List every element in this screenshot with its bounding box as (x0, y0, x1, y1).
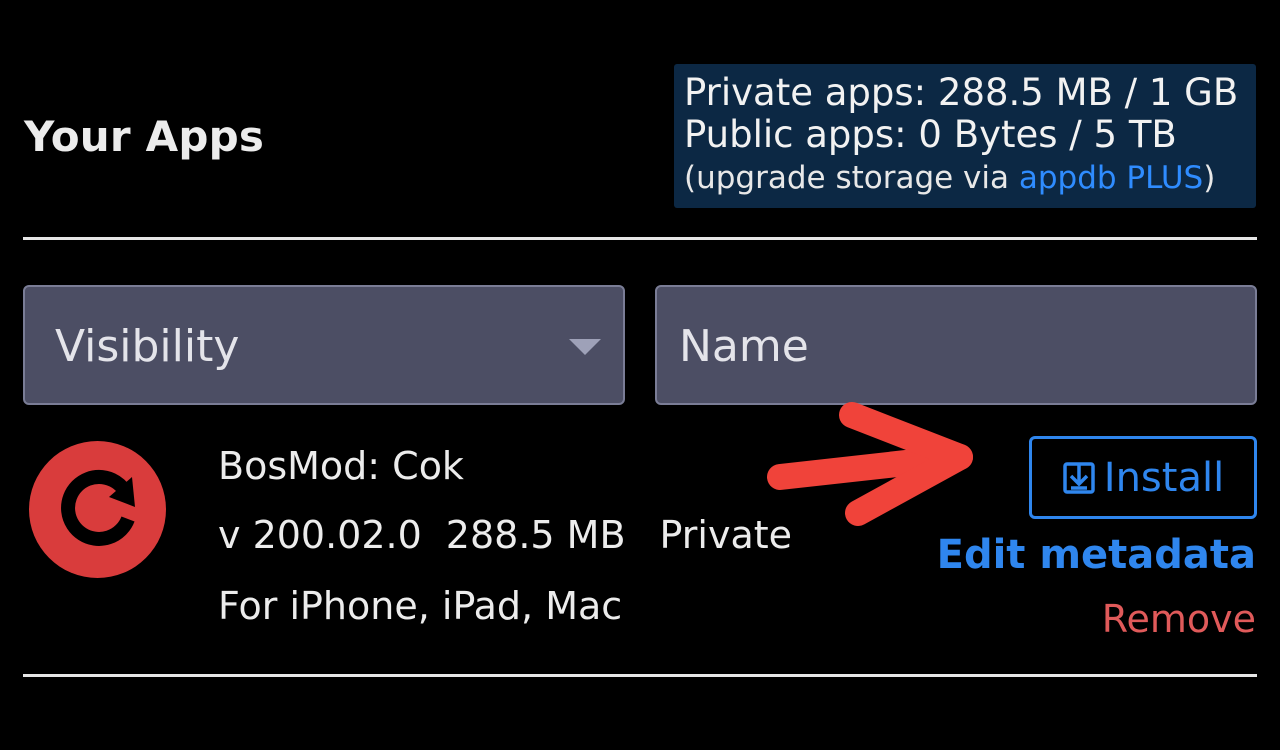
app-version: v 200.02.0 (218, 513, 422, 557)
name-filter-input[interactable] (677, 315, 1241, 377)
download-icon (1063, 461, 1095, 494)
apps-page: Your Apps Private apps: 288.5 MB / 1 GB … (0, 0, 1280, 750)
storage-usage-panel: Private apps: 288.5 MB / 1 GB Public app… (674, 64, 1256, 208)
visibility-select-value: Visibility (55, 321, 240, 372)
edit-metadata-link[interactable]: Edit metadata (937, 532, 1256, 578)
visibility-select[interactable]: Visibility (23, 285, 625, 405)
upgrade-suffix: ) (1203, 160, 1216, 196)
upgrade-prefix: (upgrade storage via (684, 160, 1019, 196)
app-meta: v 200.02.0 288.5 MB Private (218, 513, 816, 557)
name-filter-field (655, 285, 1257, 405)
install-button[interactable]: Install (1029, 436, 1257, 519)
app-platforms: For iPhone, iPad, Mac (218, 584, 623, 628)
bottom-divider (23, 674, 1257, 677)
app-name: BosMod: Cok (218, 444, 464, 488)
private-storage-usage: Private apps: 288.5 MB / 1 GB (684, 71, 1239, 114)
upgrade-storage-note: (upgrade storage via appdb PLUS) (684, 156, 1256, 200)
top-divider (23, 237, 1257, 240)
annotation-arrow-icon (767, 402, 973, 526)
chevron-down-icon (569, 339, 601, 355)
app-size: 288.5 MB (445, 513, 626, 557)
app-icon (29, 441, 166, 578)
page-title: Your Apps (24, 112, 265, 161)
appdb-plus-link[interactable]: appdb PLUS (1019, 160, 1203, 196)
refresh-icon (61, 469, 135, 546)
public-storage-usage: Public apps: 0 Bytes / 5 TB (684, 113, 1177, 156)
remove-link[interactable]: Remove (1102, 597, 1256, 641)
install-button-label: Install (1103, 454, 1225, 501)
